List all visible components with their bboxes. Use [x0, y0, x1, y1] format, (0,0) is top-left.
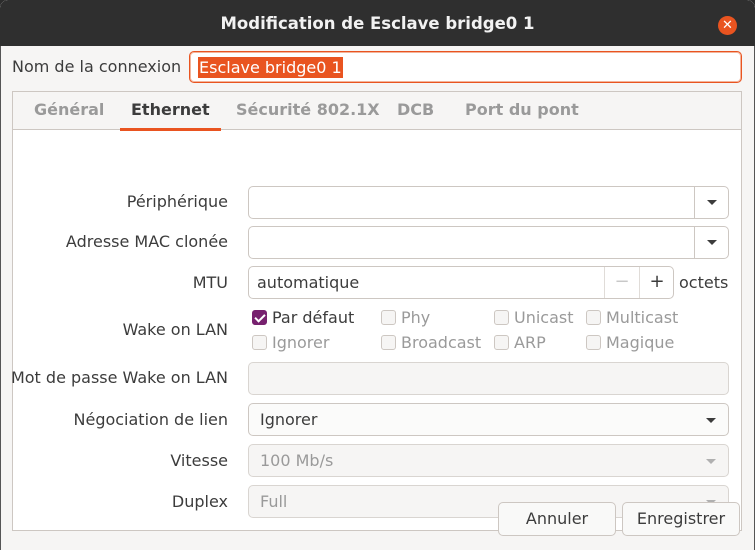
chevron-down-icon	[707, 240, 717, 245]
connection-name-input[interactable]: Esclave bridge0 1	[189, 51, 742, 83]
tab-ethernet[interactable]: Ethernet	[120, 92, 221, 131]
wol-default-checkbox[interactable]: Par défaut	[252, 308, 354, 328]
title-bar[interactable]: Modification de Esclave bridge0 1 ✕	[0, 0, 755, 46]
duplex-value: Full	[260, 492, 288, 511]
wol-password-label: Mot de passe Wake on LAN	[10, 368, 228, 387]
mtu-unit-label: octets	[679, 273, 729, 292]
wol-ignore-checkbox[interactable]: Ignorer	[252, 333, 329, 353]
wol-unicast-label: Unicast	[514, 308, 574, 327]
window-title: Modification de Esclave bridge0 1	[220, 14, 535, 33]
link-negotiation-value: Ignorer	[260, 410, 318, 429]
wol-broadcast-checkbox[interactable]: Broadcast	[381, 333, 481, 353]
chevron-down-icon	[707, 200, 717, 205]
wol-broadcast-label: Broadcast	[401, 333, 482, 352]
mtu-increment-button[interactable]: +	[639, 267, 674, 298]
duplex-label: Duplex	[171, 492, 228, 511]
checkbox-icon	[494, 310, 509, 325]
wol-arp-checkbox[interactable]: ARP	[494, 333, 546, 353]
connection-name-value: Esclave bridge0 1	[198, 57, 343, 78]
wol-arp-label: ARP	[514, 333, 546, 352]
device-combo[interactable]	[248, 186, 729, 219]
wol-phy-checkbox[interactable]: Phy	[381, 308, 430, 328]
wol-magic-checkbox[interactable]: Magique	[586, 333, 674, 353]
speed-label: Vitesse	[170, 451, 228, 470]
wol-ignore-label: Ignorer	[272, 333, 330, 352]
close-icon: ✕	[722, 18, 733, 33]
cancel-button[interactable]: Annuler	[498, 502, 616, 536]
mtu-decrement-button[interactable]: −	[604, 267, 639, 298]
mtu-spinbutton[interactable]: automatique − +	[248, 266, 674, 299]
wol-multicast-label: Multicast	[606, 308, 679, 327]
connection-name-label: Nom de la connexion	[12, 57, 182, 76]
wol-label: Wake on LAN	[122, 320, 228, 339]
checkbox-icon	[381, 335, 396, 350]
negotiation-label: Négociation de lien	[73, 410, 229, 429]
tab-dcb[interactable]: DCB	[397, 92, 434, 130]
close-button[interactable]: ✕	[718, 16, 737, 35]
cloned-mac-dropdown-button[interactable]	[694, 227, 728, 258]
checkbox-icon	[381, 310, 396, 325]
tab-bar: Général Ethernet Sécurité 802.1X DCB Por…	[13, 92, 741, 131]
tab-bridge-port[interactable]: Port du pont	[465, 92, 579, 130]
chevron-down-icon	[706, 418, 716, 423]
device-label: Périphérique	[126, 192, 228, 211]
wol-phy-label: Phy	[401, 308, 431, 327]
device-dropdown-button[interactable]	[694, 187, 728, 218]
mtu-value: automatique	[257, 273, 360, 292]
mtu-label: MTU	[192, 273, 228, 292]
wol-magic-label: Magique	[606, 333, 675, 352]
wol-multicast-checkbox[interactable]: Multicast	[586, 308, 678, 328]
checkbox-icon	[586, 310, 601, 325]
checkbox-icon	[586, 335, 601, 350]
checkbox-icon	[252, 335, 267, 350]
tab-security-8021x[interactable]: Sécurité 802.1X	[236, 92, 380, 130]
speed-value: 100 Mb/s	[260, 451, 334, 470]
settings-notebook: Général Ethernet Sécurité 802.1X DCB Por…	[10, 91, 742, 531]
wol-password-input[interactable]	[248, 362, 729, 395]
checkbox-checked-icon	[252, 310, 267, 325]
tab-general[interactable]: Général	[34, 92, 104, 130]
wol-unicast-checkbox[interactable]: Unicast	[494, 308, 574, 328]
cloned-mac-combo[interactable]	[248, 226, 729, 259]
dialog-body: Nom de la connexion Esclave bridge0 1 Gé…	[0, 46, 755, 550]
link-negotiation-select[interactable]: Ignorer	[248, 403, 729, 436]
mac-label: Adresse MAC clonée	[65, 232, 228, 251]
speed-select[interactable]: 100 Mb/s	[248, 444, 729, 477]
checkbox-icon	[494, 335, 509, 350]
save-button[interactable]: Enregistrer	[622, 502, 740, 536]
chevron-down-icon	[706, 459, 716, 464]
connection-editor-dialog: Modification de Esclave bridge0 1 ✕ Nom …	[0, 0, 755, 550]
wol-default-label: Par défaut	[272, 308, 355, 327]
